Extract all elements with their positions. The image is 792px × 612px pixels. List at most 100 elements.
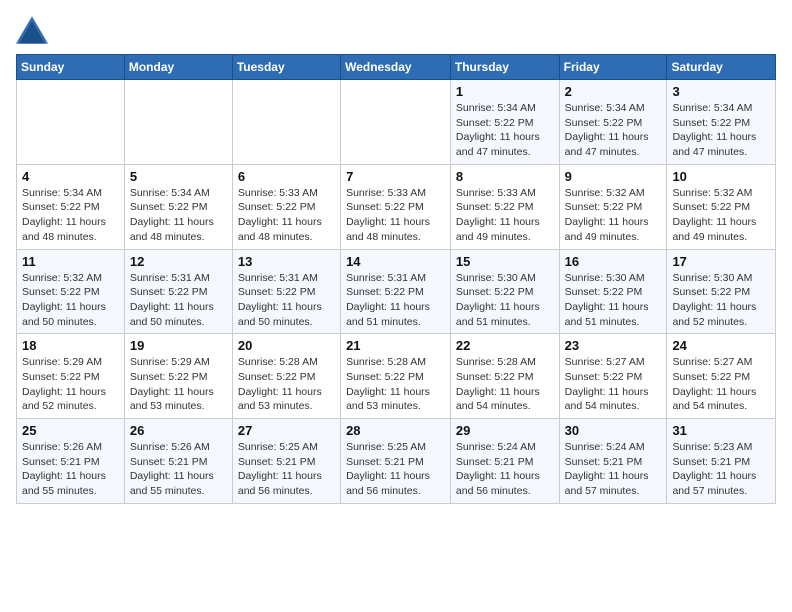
day-number: 5 bbox=[130, 169, 227, 184]
week-row-1: 1 Sunrise: 5:34 AM Sunset: 5:22 PM Daylig… bbox=[17, 80, 776, 165]
calendar-cell: 18 Sunrise: 5:29 AM Sunset: 5:22 PM Dayli… bbox=[17, 334, 125, 419]
day-info: Sunrise: 5:25 AM Sunset: 5:21 PM Dayligh… bbox=[238, 440, 335, 499]
calendar-cell: 23 Sunrise: 5:27 AM Sunset: 5:22 PM Dayli… bbox=[559, 334, 667, 419]
day-info: Sunrise: 5:25 AM Sunset: 5:21 PM Dayligh… bbox=[346, 440, 445, 499]
day-number: 25 bbox=[22, 423, 119, 438]
calendar-cell: 9Sunrise: 5:32 AM Sunset: 5:22 PM Daylig… bbox=[559, 164, 667, 249]
calendar-cell: 28 Sunrise: 5:25 AM Sunset: 5:21 PM Dayli… bbox=[341, 419, 451, 504]
day-info: Sunrise: 5:28 AM Sunset: 5:22 PM Dayligh… bbox=[346, 355, 445, 414]
calendar-cell: 22 Sunrise: 5:28 AM Sunset: 5:22 PM Dayli… bbox=[450, 334, 559, 419]
calendar-cell: 21 Sunrise: 5:28 AM Sunset: 5:22 PM Dayli… bbox=[341, 334, 451, 419]
day-number: 9 bbox=[565, 169, 662, 184]
week-row-3: 11Sunrise: 5:32 AM Sunset: 5:22 PM Dayli… bbox=[17, 249, 776, 334]
day-number: 2 bbox=[565, 84, 662, 99]
header-day-sunday: Sunday bbox=[17, 55, 125, 80]
day-number: 17 bbox=[672, 254, 770, 269]
week-row-4: 18 Sunrise: 5:29 AM Sunset: 5:22 PM Dayli… bbox=[17, 334, 776, 419]
calendar-cell: 20Sunrise: 5:28 AM Sunset: 5:22 PM Dayli… bbox=[232, 334, 340, 419]
calendar-cell: 14Sunrise: 5:31 AM Sunset: 5:22 PM Dayli… bbox=[341, 249, 451, 334]
day-info: Sunrise: 5:31 AM Sunset: 5:22 PM Dayligh… bbox=[130, 271, 227, 330]
day-number: 11 bbox=[22, 254, 119, 269]
calendar-cell: 10 Sunrise: 5:32 AM Sunset: 5:22 PM Dayli… bbox=[667, 164, 776, 249]
day-info: Sunrise: 5:32 AM Sunset: 5:22 PM Dayligh… bbox=[672, 186, 770, 245]
day-number: 22 bbox=[456, 338, 554, 353]
logo bbox=[16, 16, 50, 44]
calendar-cell: 2 Sunrise: 5:34 AM Sunset: 5:22 PM Daylig… bbox=[559, 80, 667, 165]
calendar-cell: 6 Sunrise: 5:33 AM Sunset: 5:22 PM Daylig… bbox=[232, 164, 340, 249]
day-number: 24 bbox=[672, 338, 770, 353]
calendar-body: 1 Sunrise: 5:34 AM Sunset: 5:22 PM Daylig… bbox=[17, 80, 776, 504]
day-info: Sunrise: 5:33 AM Sunset: 5:22 PM Dayligh… bbox=[238, 186, 335, 245]
logo-icon bbox=[16, 16, 48, 44]
day-info: Sunrise: 5:31 AM Sunset: 5:22 PM Dayligh… bbox=[238, 271, 335, 330]
day-number: 26 bbox=[130, 423, 227, 438]
day-info: Sunrise: 5:24 AM Sunset: 5:21 PM Dayligh… bbox=[456, 440, 554, 499]
calendar-cell: 15 Sunrise: 5:30 AM Sunset: 5:22 PM Dayli… bbox=[450, 249, 559, 334]
calendar-cell: 11Sunrise: 5:32 AM Sunset: 5:22 PM Dayli… bbox=[17, 249, 125, 334]
calendar-cell: 4 Sunrise: 5:34 AM Sunset: 5:22 PM Daylig… bbox=[17, 164, 125, 249]
calendar-cell bbox=[341, 80, 451, 165]
calendar-table: SundayMondayTuesdayWednesdayThursdayFrid… bbox=[16, 54, 776, 504]
day-number: 1 bbox=[456, 84, 554, 99]
day-number: 29 bbox=[456, 423, 554, 438]
day-number: 27 bbox=[238, 423, 335, 438]
day-number: 31 bbox=[672, 423, 770, 438]
day-info: Sunrise: 5:27 AM Sunset: 5:22 PM Dayligh… bbox=[672, 355, 770, 414]
calendar-header: SundayMondayTuesdayWednesdayThursdayFrid… bbox=[17, 55, 776, 80]
calendar-cell: 8Sunrise: 5:33 AM Sunset: 5:22 PM Daylig… bbox=[450, 164, 559, 249]
day-info: Sunrise: 5:28 AM Sunset: 5:22 PM Dayligh… bbox=[456, 355, 554, 414]
header-day-saturday: Saturday bbox=[667, 55, 776, 80]
day-info: Sunrise: 5:29 AM Sunset: 5:22 PM Dayligh… bbox=[22, 355, 119, 414]
day-number: 3 bbox=[672, 84, 770, 99]
calendar-cell: 29 Sunrise: 5:24 AM Sunset: 5:21 PM Dayli… bbox=[450, 419, 559, 504]
calendar-cell bbox=[124, 80, 232, 165]
day-number: 20 bbox=[238, 338, 335, 353]
calendar-cell: 1 Sunrise: 5:34 AM Sunset: 5:22 PM Daylig… bbox=[450, 80, 559, 165]
calendar-cell: 27 Sunrise: 5:25 AM Sunset: 5:21 PM Dayli… bbox=[232, 419, 340, 504]
day-number: 21 bbox=[346, 338, 445, 353]
calendar-cell: 30 Sunrise: 5:24 AM Sunset: 5:21 PM Dayli… bbox=[559, 419, 667, 504]
day-info: Sunrise: 5:34 AM Sunset: 5:22 PM Dayligh… bbox=[456, 101, 554, 160]
header-day-monday: Monday bbox=[124, 55, 232, 80]
calendar-cell bbox=[17, 80, 125, 165]
calendar-cell: 13Sunrise: 5:31 AM Sunset: 5:22 PM Dayli… bbox=[232, 249, 340, 334]
header-row: SundayMondayTuesdayWednesdayThursdayFrid… bbox=[17, 55, 776, 80]
day-number: 16 bbox=[565, 254, 662, 269]
day-info: Sunrise: 5:34 AM Sunset: 5:22 PM Dayligh… bbox=[22, 186, 119, 245]
calendar-cell: 24 Sunrise: 5:27 AM Sunset: 5:22 PM Dayli… bbox=[667, 334, 776, 419]
day-number: 19 bbox=[130, 338, 227, 353]
day-number: 28 bbox=[346, 423, 445, 438]
day-number: 30 bbox=[565, 423, 662, 438]
calendar-cell: 5 Sunrise: 5:34 AM Sunset: 5:22 PM Daylig… bbox=[124, 164, 232, 249]
calendar-cell bbox=[232, 80, 340, 165]
day-info: Sunrise: 5:24 AM Sunset: 5:21 PM Dayligh… bbox=[565, 440, 662, 499]
day-number: 6 bbox=[238, 169, 335, 184]
day-info: Sunrise: 5:31 AM Sunset: 5:22 PM Dayligh… bbox=[346, 271, 445, 330]
calendar-cell: 26 Sunrise: 5:26 AM Sunset: 5:21 PM Dayli… bbox=[124, 419, 232, 504]
day-info: Sunrise: 5:27 AM Sunset: 5:22 PM Dayligh… bbox=[565, 355, 662, 414]
day-number: 7 bbox=[346, 169, 445, 184]
calendar-cell: 12 Sunrise: 5:31 AM Sunset: 5:22 PM Dayli… bbox=[124, 249, 232, 334]
day-number: 23 bbox=[565, 338, 662, 353]
day-info: Sunrise: 5:30 AM Sunset: 5:22 PM Dayligh… bbox=[672, 271, 770, 330]
day-number: 12 bbox=[130, 254, 227, 269]
day-info: Sunrise: 5:33 AM Sunset: 5:22 PM Dayligh… bbox=[346, 186, 445, 245]
page-header bbox=[16, 16, 776, 44]
header-day-wednesday: Wednesday bbox=[341, 55, 451, 80]
calendar-cell: 25Sunrise: 5:26 AM Sunset: 5:21 PM Dayli… bbox=[17, 419, 125, 504]
day-info: Sunrise: 5:30 AM Sunset: 5:22 PM Dayligh… bbox=[565, 271, 662, 330]
day-number: 15 bbox=[456, 254, 554, 269]
calendar-cell: 19Sunrise: 5:29 AM Sunset: 5:22 PM Dayli… bbox=[124, 334, 232, 419]
day-info: Sunrise: 5:30 AM Sunset: 5:22 PM Dayligh… bbox=[456, 271, 554, 330]
day-number: 18 bbox=[22, 338, 119, 353]
day-number: 4 bbox=[22, 169, 119, 184]
day-number: 10 bbox=[672, 169, 770, 184]
day-info: Sunrise: 5:23 AM Sunset: 5:21 PM Dayligh… bbox=[672, 440, 770, 499]
day-number: 8 bbox=[456, 169, 554, 184]
day-info: Sunrise: 5:34 AM Sunset: 5:22 PM Dayligh… bbox=[130, 186, 227, 245]
day-info: Sunrise: 5:34 AM Sunset: 5:22 PM Dayligh… bbox=[565, 101, 662, 160]
calendar-cell: 16 Sunrise: 5:30 AM Sunset: 5:22 PM Dayli… bbox=[559, 249, 667, 334]
calendar-cell: 17 Sunrise: 5:30 AM Sunset: 5:22 PM Dayli… bbox=[667, 249, 776, 334]
day-info: Sunrise: 5:26 AM Sunset: 5:21 PM Dayligh… bbox=[130, 440, 227, 499]
header-day-friday: Friday bbox=[559, 55, 667, 80]
